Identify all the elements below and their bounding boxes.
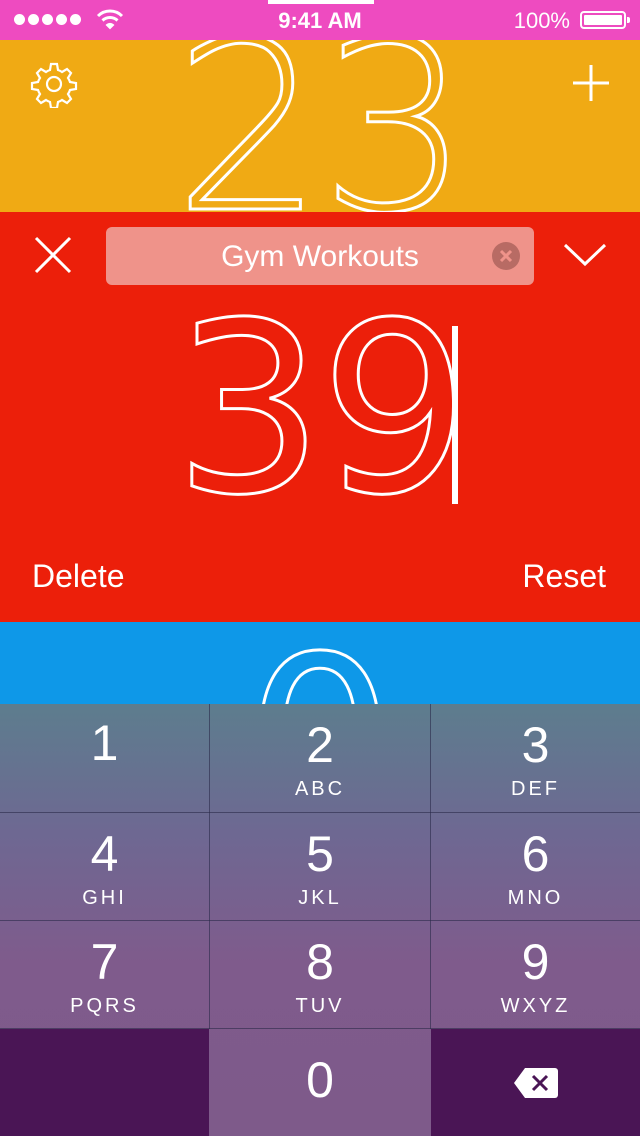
counter-value: 39 [172, 272, 471, 547]
keypad-empty-cell [0, 1029, 209, 1136]
counter-value: 23 [172, 40, 471, 212]
add-counter-button[interactable] [570, 62, 612, 109]
text-cursor [452, 326, 458, 504]
key-7[interactable]: 7 PQRS [0, 921, 209, 1028]
key-8[interactable]: 8 TUV [210, 921, 430, 1028]
battery-icon [580, 11, 630, 29]
key-2[interactable]: 2 ABC [210, 704, 430, 812]
key-0[interactable]: 0 [210, 1029, 430, 1136]
key-6[interactable]: 6 MNO [431, 813, 640, 920]
reset-button[interactable]: Reset [522, 558, 606, 595]
counter-card-top[interactable]: 23 [0, 40, 640, 212]
key-5[interactable]: 5 JKL [210, 813, 430, 920]
counter-name-text: Gym Workouts [221, 240, 419, 273]
backspace-icon [513, 1067, 558, 1098]
chevron-down-icon[interactable] [562, 242, 608, 273]
counter-value: 0 [0, 624, 640, 704]
key-9[interactable]: 9 WXYZ [431, 921, 640, 1028]
delete-button[interactable]: Delete [32, 558, 125, 595]
key-4[interactable]: 4 GHI [0, 813, 209, 920]
close-edit-button[interactable] [32, 234, 74, 281]
gear-icon[interactable] [30, 60, 78, 113]
key-3[interactable]: 3 DEF [431, 704, 640, 812]
top-indicator [268, 0, 374, 4]
numeric-keypad: 1 2 ABC 3 DEF 4 GHI 5 JKL 6 MNO 7 PQRS 8… [0, 704, 640, 1136]
clear-icon[interactable] [492, 242, 520, 270]
battery-percent: 100% [513, 8, 570, 33]
counter-card-editing: Gym Workouts 39 Delete Reset [0, 212, 640, 622]
backspace-button[interactable] [431, 1029, 640, 1136]
counter-card-next[interactable]: 0 [0, 622, 640, 704]
status-bar: 9:41 AM 100% [0, 0, 640, 40]
plus-icon [573, 65, 609, 101]
close-icon [34, 236, 72, 274]
counter-value-editor[interactable]: 39 [0, 290, 640, 529]
key-1[interactable]: 1 [0, 704, 209, 812]
